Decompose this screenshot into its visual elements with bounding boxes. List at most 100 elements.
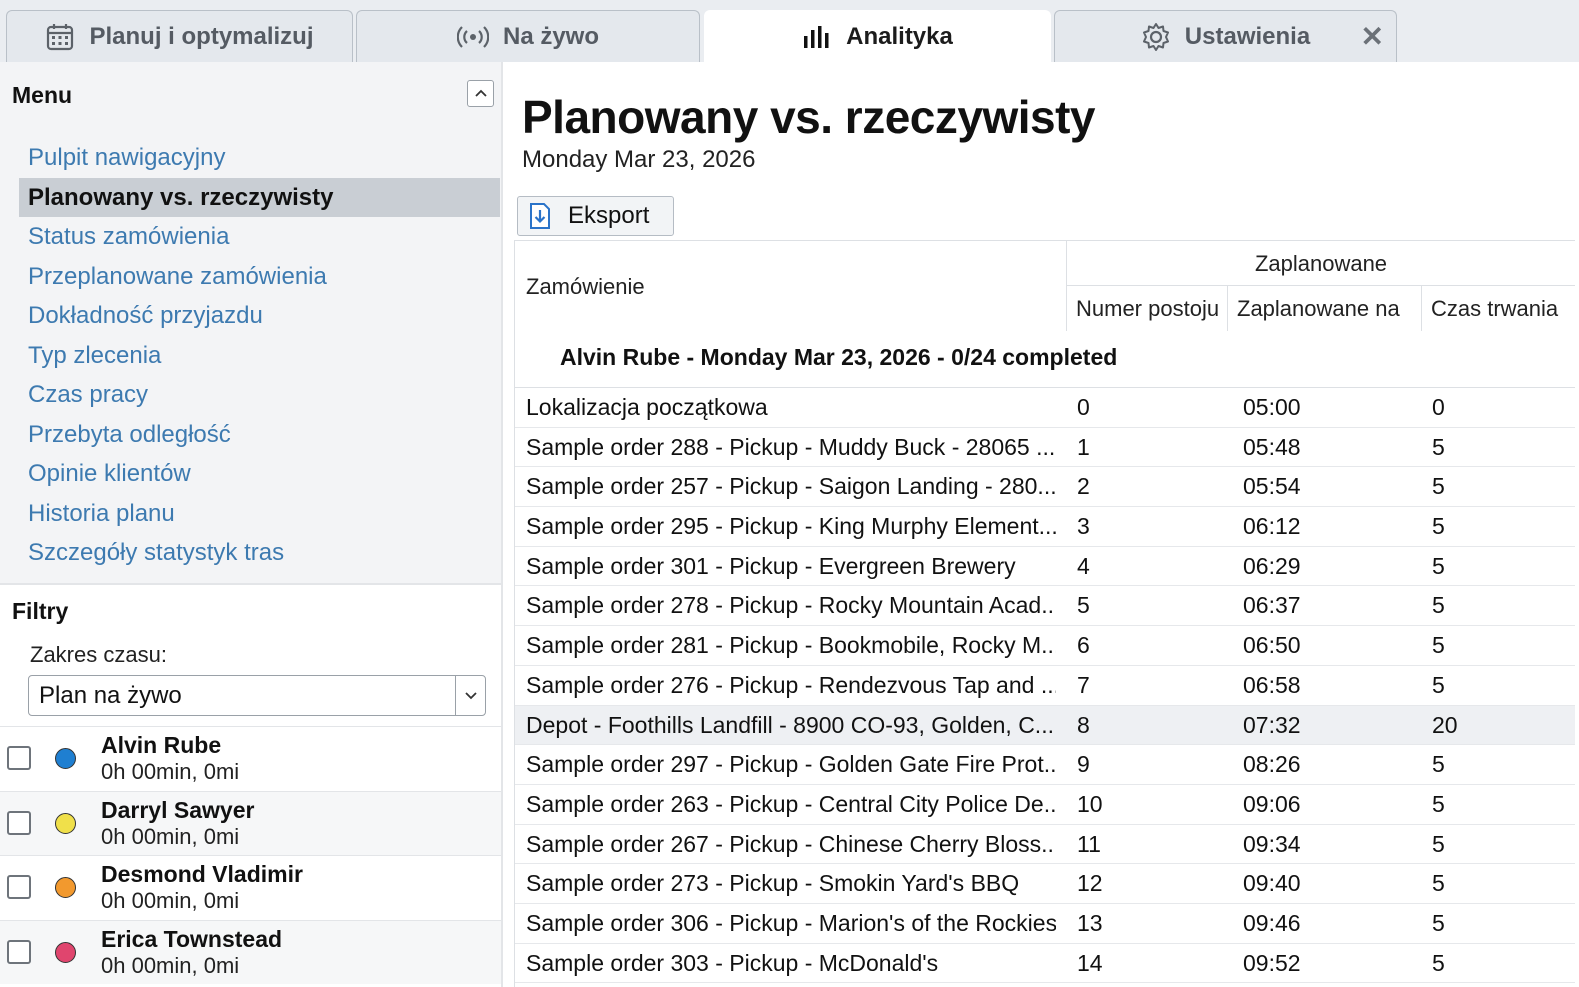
chevron-down-icon[interactable] [455, 676, 485, 715]
cell-planned-at: 09:06 [1243, 790, 1301, 817]
close-icon[interactable]: ✕ [1361, 23, 1384, 51]
cell-planned-at: 07:32 [1243, 711, 1301, 738]
table-row[interactable]: Sample order 297 - Pickup - Golden Gate … [515, 745, 1575, 785]
tab-label: Analityka [846, 22, 953, 50]
menu-title: Menu [12, 82, 73, 108]
calendar-icon [45, 22, 75, 52]
cell-duration: 5 [1432, 632, 1445, 659]
driver-stats: 0h 00min, 0mi [101, 823, 240, 849]
main-content: Planowany vs. rzeczywisty Monday Mar 23,… [505, 62, 1579, 987]
menu-item-przeplanowane[interactable]: Przeplanowane zamówienia [19, 257, 500, 297]
collapse-menu-button[interactable] [467, 80, 494, 107]
table-row[interactable]: Sample order 257 - Pickup - Saigon Landi… [515, 467, 1575, 508]
route-group-label: Alvin Rube - Monday Mar 23, 2026 - 0/24 … [560, 344, 1118, 370]
table-row[interactable]: Sample order 288 - Pickup - Muddy Buck -… [515, 428, 1575, 468]
menu-item-pulpit[interactable]: Pulpit nawigacyjny [19, 138, 500, 178]
menu-item-opinie-klientow[interactable]: Opinie klientów [19, 454, 500, 494]
table-row[interactable]: Sample order 267 - Pickup - Chinese Cher… [515, 825, 1575, 865]
cell-stop-number: 13 [1077, 909, 1103, 936]
cell-duration: 5 [1432, 790, 1445, 817]
driver-checkbox[interactable] [7, 810, 31, 835]
driver-checkbox[interactable] [7, 746, 31, 770]
cell-order: Sample order 297 - Pickup - Golden Gate … [526, 751, 1056, 778]
column-group-header: Zaplanowane [1066, 241, 1575, 286]
cell-planned-at: 09:52 [1243, 949, 1301, 976]
column-header-order: Zamówienie [526, 274, 645, 299]
cell-stop-number: 4 [1077, 552, 1090, 579]
tab-na-zywo[interactable]: Na żywo [356, 10, 700, 62]
chevron-up-icon [474, 85, 488, 103]
table-row[interactable]: Sample order 303 - Pickup - McDonald's 14… [515, 944, 1575, 984]
driver-color-dot [55, 877, 76, 898]
table-row[interactable]: Sample order 306 - Pickup - Marion's of … [515, 904, 1575, 944]
broadcast-icon [456, 25, 489, 49]
export-button[interactable]: Eksport [517, 196, 674, 236]
export-label: Eksport [568, 202, 650, 229]
table-row[interactable]: Sample order 276 - Pickup - Rendezvous T… [515, 666, 1575, 706]
cell-order: Depot - Foothills Landfill - 8900 CO-93,… [526, 711, 1054, 738]
cell-order: Sample order 303 - Pickup - McDonald's [526, 949, 939, 976]
driver-stats: 0h 00min, 0mi [101, 952, 240, 978]
menu-item-typ-zlecenia[interactable]: Typ zlecenia [19, 336, 500, 376]
column-header-planned-at[interactable]: Zaplanowane na [1227, 286, 1421, 331]
sidebar: Menu Pulpit nawigacyjny Planowany vs. rz… [0, 62, 503, 987]
table-row[interactable]: Sample order 295 - Pickup - King Murphy … [515, 507, 1575, 547]
cell-stop-number: 11 [1077, 830, 1101, 857]
driver-checkbox[interactable] [7, 939, 31, 964]
driver-name: Darryl Sawyer [101, 796, 255, 823]
tab-analityka[interactable]: Analityka [704, 10, 1051, 62]
cell-planned-at: 05:48 [1243, 433, 1301, 460]
driver-name: Alvin Rube [101, 732, 222, 758]
cell-stop-number: 5 [1077, 592, 1090, 619]
tab-ustawienia[interactable]: Ustawienia ✕ [1054, 10, 1397, 62]
menu-item-status-zamowienia[interactable]: Status zamówienia [19, 217, 500, 257]
table-row[interactable]: Lokalizacja początkowa 0 05:00 0 [515, 388, 1575, 428]
table-body: Lokalizacja początkowa 0 05:00 0 Sample orde… [515, 388, 1575, 984]
table-row[interactable]: Sample order 301 - Pickup - Evergreen Br… [515, 547, 1575, 587]
menu-item-przebyta-odleglosc[interactable]: Przebyta odległość [19, 415, 500, 455]
cell-planned-at: 06:58 [1243, 671, 1301, 698]
tab-planuj[interactable]: Planuj i optymalizuj [6, 10, 353, 62]
menu-item-planowany-vs-rzeczywisty[interactable]: Planowany vs. rzeczywisty [19, 177, 500, 217]
driver-name: Desmond Vladimir [101, 861, 303, 887]
menu-item-czas-pracy[interactable]: Czas pracy [19, 375, 500, 415]
cell-order: Sample order 281 - Pickup - Bookmobile, … [526, 632, 1056, 659]
route-group-row[interactable]: Alvin Rube - Monday Mar 23, 2026 - 0/24 … [515, 330, 1575, 388]
driver-color-dot [55, 941, 76, 963]
menu-item-dokladnosc-przyjazdu[interactable]: Dokładność przyjazdu [19, 296, 500, 336]
tab-bar: Planuj i optymalizuj Na żywo Analityka U… [0, 0, 1579, 62]
driver-checkbox[interactable] [7, 875, 31, 899]
table-row[interactable]: Depot - Foothills Landfill - 8900 CO-93,… [515, 705, 1575, 746]
column-header-stop[interactable]: Numer postoju [1066, 286, 1227, 331]
cell-duration: 5 [1432, 870, 1445, 897]
driver-row: Alvin Rube 0h 00min, 0mi [0, 726, 501, 791]
time-range-select[interactable]: Plan na żywo [28, 675, 486, 716]
driver-color-dot [55, 748, 76, 769]
cell-order: Sample order 257 - Pickup - Saigon Landi… [526, 473, 1056, 500]
cell-stop-number: 12 [1077, 870, 1103, 897]
cell-planned-at: 09:34 [1243, 830, 1301, 857]
cell-planned-at: 08:26 [1243, 751, 1301, 778]
column-header-duration[interactable]: Czas trwania [1421, 286, 1575, 331]
menu-item-szczegoly-statystyk[interactable]: Szczegóły statystyk tras [19, 533, 500, 573]
cell-duration: 0 [1432, 394, 1445, 420]
table-row[interactable]: Sample order 273 - Pickup - Smokin Yard'… [515, 864, 1575, 904]
cell-order: Sample order 288 - Pickup - Muddy Buck -… [526, 433, 1056, 460]
tab-label: Ustawienia [1184, 22, 1311, 50]
driver-row: Erica Townstead 0h 00min, 0mi [0, 919, 501, 984]
table-row[interactable]: Sample order 263 - Pickup - Central City… [515, 785, 1575, 825]
cell-order: Sample order 295 - Pickup - King Murphy … [526, 513, 1056, 540]
cell-duration: 20 [1432, 711, 1458, 738]
menu-item-historia-planu[interactable]: Historia planu [19, 494, 500, 534]
cell-order: Sample order 306 - Pickup - Marion's of … [526, 909, 1056, 936]
table-row[interactable]: Sample order 281 - Pickup - Bookmobile, … [515, 626, 1575, 666]
tab-label: Na żywo [502, 22, 600, 50]
cell-duration: 5 [1432, 552, 1445, 579]
cell-duration: 5 [1432, 592, 1445, 619]
cell-planned-at: 06:50 [1243, 632, 1301, 659]
cell-order: Sample order 273 - Pickup - Smokin Yard'… [526, 870, 1020, 897]
cell-planned-at: 05:00 [1243, 394, 1301, 420]
cell-planned-at: 06:12 [1243, 513, 1301, 540]
table-row[interactable]: Sample order 278 - Pickup - Rocky Mounta… [515, 586, 1575, 627]
table-header: Zamówienie Zaplanowane Numer postoju Zap… [515, 240, 1575, 331]
